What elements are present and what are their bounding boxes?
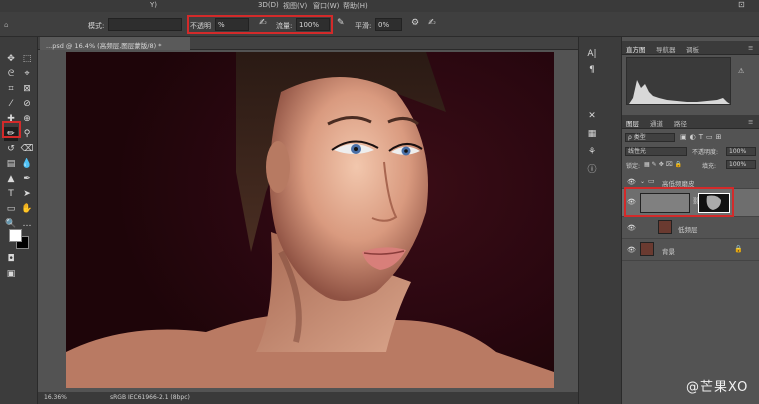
quick-select-icon[interactable]: ⌖ [20,67,34,81]
highlight-box-layer [624,187,734,217]
tab-channels[interactable]: 通道 [650,118,663,128]
highlight-box-brush-tool [2,121,21,138]
mode-label: 模式: [88,22,105,30]
folder-icon: ▭ [648,177,655,185]
mode-select[interactable] [108,18,182,31]
type-tool-icon[interactable]: T [4,187,18,201]
menu-item-3d[interactable]: 3D(D) [258,1,279,9]
layer-row-low-freq[interactable]: 👁 低频层 [622,217,759,239]
filter-kind-select[interactable]: ρ 类型 [625,133,675,142]
crop-tool-icon[interactable]: ⌗ [4,82,18,96]
menu-item-help[interactable]: 帮助(H) [343,1,368,11]
info-panel-icon[interactable]: ⓘ [585,163,599,177]
gradient-tool-icon[interactable]: ▤ [4,157,18,171]
layer-filter-icons[interactable]: ▣◐T▭⊞ [680,133,724,141]
more-tools-icon[interactable]: … [20,217,34,231]
lock-icons[interactable]: ▦✎✥⌧🔒 [644,161,684,168]
canvas-image[interactable] [66,52,554,388]
layer-name: 背景 [662,248,675,256]
layer-thumbnail [640,242,654,256]
lock-label: 锁定: [626,163,641,170]
layer-thumbnail [658,220,672,234]
fill-input[interactable]: 100% [726,160,756,169]
home-icon[interactable]: ⌂ [4,21,8,29]
eye-icon[interactable]: 👁 [627,178,636,186]
eraser-icon[interactable]: ⌫ [20,142,34,156]
chevron-down-icon[interactable]: ⌄ [640,178,645,185]
tool-presets-icon[interactable]: ✕ [585,109,599,123]
gear-icon[interactable]: ⚙ [411,18,419,28]
blur-tool-icon[interactable]: 💧 [20,157,34,171]
tab-adjust[interactable]: 调板 [686,44,699,54]
paragraph-panel-icon[interactable]: ¶ [585,63,599,77]
tab-paths[interactable]: 路径 [674,118,687,128]
clone-source-icon[interactable]: ⚘ [585,145,599,159]
dodge-tool-icon[interactable]: ▲ [4,172,18,186]
smooth-input[interactable]: 0% [375,18,402,31]
warning-icon[interactable]: ⚠ [738,67,744,75]
tab-navigator[interactable]: 导航器 [656,44,676,54]
tab-histogram[interactable]: 直方图 [626,44,646,54]
smooth-label: 平滑: [355,22,372,30]
layers-panel-tabs: 图层 通道 路径 ≡ [622,115,759,129]
eye-icon[interactable]: 👁 [627,224,636,232]
clone-stamp-icon[interactable]: ⚲ [20,127,34,141]
toolbox: ✥ ⬚ ᘓ ⌖ ⌗ ⊠ ⁄ ⊘ ✚ ⊕ ✏ ⚲ ↺ ⌫ ▤ 💧 ▲ ✒ T ➤ … [0,37,38,404]
layer-opacity-label: 不透明度: [692,149,719,156]
portrait-photo [66,52,554,388]
document-tab[interactable]: ...psd @ 16.4% (高频层,图层蒙版/8) * [40,37,190,50]
document-title: ...psd @ 16.4% (高频层,图层蒙版/8) * [46,42,162,50]
airbrush-icon[interactable]: ✎ [337,18,345,28]
shape-tool-icon[interactable]: ▭ [4,202,18,216]
layer-opacity-input[interactable]: 100% [726,147,756,156]
fill-label: 填充: [702,163,717,170]
histogram-panel-tabs: 直方图 导航器 调板 ≡ [622,41,759,55]
ruler-icon[interactable]: ⊘ [20,97,34,111]
menu-bar: Y) 3D(D) 视图(V) 窗口(W) 帮助(H) ⊡ [0,0,759,12]
path-select-icon[interactable]: ➤ [20,187,34,201]
marquee-tool-icon[interactable]: ⬚ [20,52,34,66]
hand-tool-icon[interactable]: ✋ [20,202,34,216]
patch-tool-icon[interactable]: ⊕ [20,112,34,126]
tab-layers[interactable]: 图层 [626,118,639,128]
panel-menu-icon[interactable]: ≡ [748,44,753,52]
lock-icon: 🔒 [734,245,743,253]
menu-item-select[interactable]: Y) [150,1,157,9]
screen-mode-icon[interactable]: ▣ [4,267,18,281]
brush-panel-icon[interactable]: ▦ [585,127,599,141]
move-tool-icon[interactable]: ✥ [4,52,18,66]
layers-menu-icon[interactable]: ≡ [748,118,753,126]
right-panels: 直方图 导航器 调板 ≡ ⚠ 图层 通道 路径 ≡ ρ 类型 ▣◐T▭⊞ 线性光… [622,37,759,404]
menu-item-view[interactable]: 视图(V) [283,1,307,11]
lasso-tool-icon[interactable]: ᘓ [4,67,18,81]
menu-item-window[interactable]: 窗口(W) [313,1,339,11]
pressure-size-icon[interactable]: ✍ [428,18,436,28]
layer-row-background[interactable]: 👁 背景 🔒 [622,239,759,261]
eye-icon[interactable]: 👁 [627,246,636,254]
quick-mask-icon[interactable]: ◘ [4,252,18,266]
document-tab-bar: ...psd @ 16.4% (高频层,图层蒙版/8) * [38,37,578,50]
layer-name: 低频层 [678,226,698,234]
zoom-level[interactable]: 16.36% [44,394,67,401]
status-bar: 16.36% sRGB IEC61966-2.1 (8bpc) [38,392,578,404]
blend-mode-select[interactable]: 线性光 [625,147,687,156]
frame-tool-icon[interactable]: ⊠ [20,82,34,96]
pen-tool-icon[interactable]: ✒ [20,172,34,186]
histogram-graph [626,57,731,105]
highlight-box-opacity-flow [187,15,333,34]
eyedropper-icon[interactable]: ⁄ [4,97,18,111]
color-profile: sRGB IEC61966-2.1 (8bpc) [110,394,190,401]
options-bar: ⌂ 模式: 不透明 % ✍ 流量: 100% ✎ 平滑: 0% ⚙ ✍ [0,12,759,37]
character-panel-icon[interactable]: A| [585,47,599,61]
foreground-color-swatch[interactable] [9,229,22,242]
histogram-chart [629,80,730,104]
watermark: @芒果XO [686,380,749,395]
panel-icon-strip: A| ¶ ✕ ▦ ⚘ ⓘ [578,37,622,404]
window-controls[interactable]: ⊡ [738,0,745,9]
history-brush-icon[interactable]: ↺ [4,142,18,156]
